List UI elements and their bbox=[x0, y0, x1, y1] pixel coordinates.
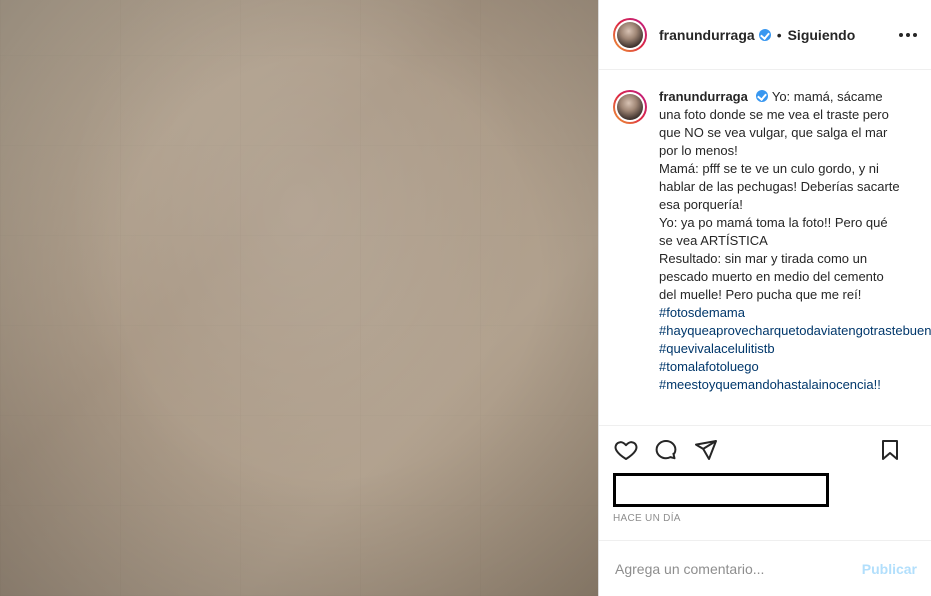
avatar-image bbox=[617, 21, 643, 48]
bookmark-icon[interactable] bbox=[877, 437, 903, 463]
comment-input[interactable] bbox=[613, 559, 862, 578]
caption-avatar-image bbox=[617, 94, 643, 120]
more-dot-2 bbox=[906, 33, 910, 37]
verified-badge-icon bbox=[758, 28, 771, 41]
separator-dot: • bbox=[776, 26, 782, 43]
share-icon[interactable] bbox=[693, 437, 719, 463]
following-button[interactable]: Siguiendo bbox=[788, 27, 856, 43]
caption-row: franundurraga Yo: mamá, sácame una foto d… bbox=[613, 88, 931, 394]
post-timestamp: HACE UN DÍA bbox=[613, 513, 681, 524]
hashtag-link[interactable]: #fotosdemama bbox=[659, 305, 745, 320]
more-dot-3 bbox=[913, 33, 917, 37]
verified-badge-icon bbox=[755, 90, 768, 102]
post-header: franundurraga • Siguiendo bbox=[599, 0, 931, 70]
post-image[interactable] bbox=[0, 0, 598, 596]
comment-bar: Publicar bbox=[599, 540, 931, 596]
hashtag-link[interactable]: #meestoyquemandohastalainocencia!! bbox=[659, 377, 881, 392]
image-vignette bbox=[0, 0, 598, 596]
caption-avatar-ring bbox=[615, 92, 645, 122]
caption-text: franundurraga Yo: mamá, sácame una foto d… bbox=[659, 88, 931, 394]
caption-line-4: Resultado: sin mar y tirada como un pesc… bbox=[659, 251, 884, 302]
more-options-icon[interactable] bbox=[899, 26, 917, 44]
more-dot-1 bbox=[899, 33, 903, 37]
header-username[interactable]: franundurraga bbox=[659, 27, 755, 43]
avatar[interactable] bbox=[613, 17, 647, 52]
action-bar bbox=[599, 425, 931, 473]
hashtag-link[interactable]: #quevivalacelulitistb bbox=[659, 341, 775, 356]
hashtag-link[interactable]: #hayqueaprovecharquetodaviatengotrastebu… bbox=[659, 323, 931, 338]
caption-line-2: Mamá: pfff se te ve un culo gordo, y ni … bbox=[659, 161, 900, 212]
header-user-line: franundurraga • Siguiendo bbox=[659, 27, 855, 43]
caption-area: franundurraga Yo: mamá, sácame una foto d… bbox=[599, 70, 931, 425]
likes-redaction-box bbox=[613, 473, 829, 507]
post-sidebar: franundurraga • Siguiendo franundurraga Y… bbox=[598, 0, 931, 596]
caption-avatar[interactable] bbox=[613, 90, 647, 124]
caption-username[interactable]: franundurraga bbox=[659, 89, 748, 104]
avatar-ring bbox=[615, 19, 645, 50]
publish-button[interactable]: Publicar bbox=[862, 561, 917, 577]
heart-icon[interactable] bbox=[613, 437, 639, 463]
hashtag-link[interactable]: #tomalafotoluego bbox=[659, 359, 759, 374]
caption-line-3: Yo: ya po mamá toma la foto!! Pero qué s… bbox=[659, 215, 888, 248]
comment-icon[interactable] bbox=[653, 437, 679, 463]
